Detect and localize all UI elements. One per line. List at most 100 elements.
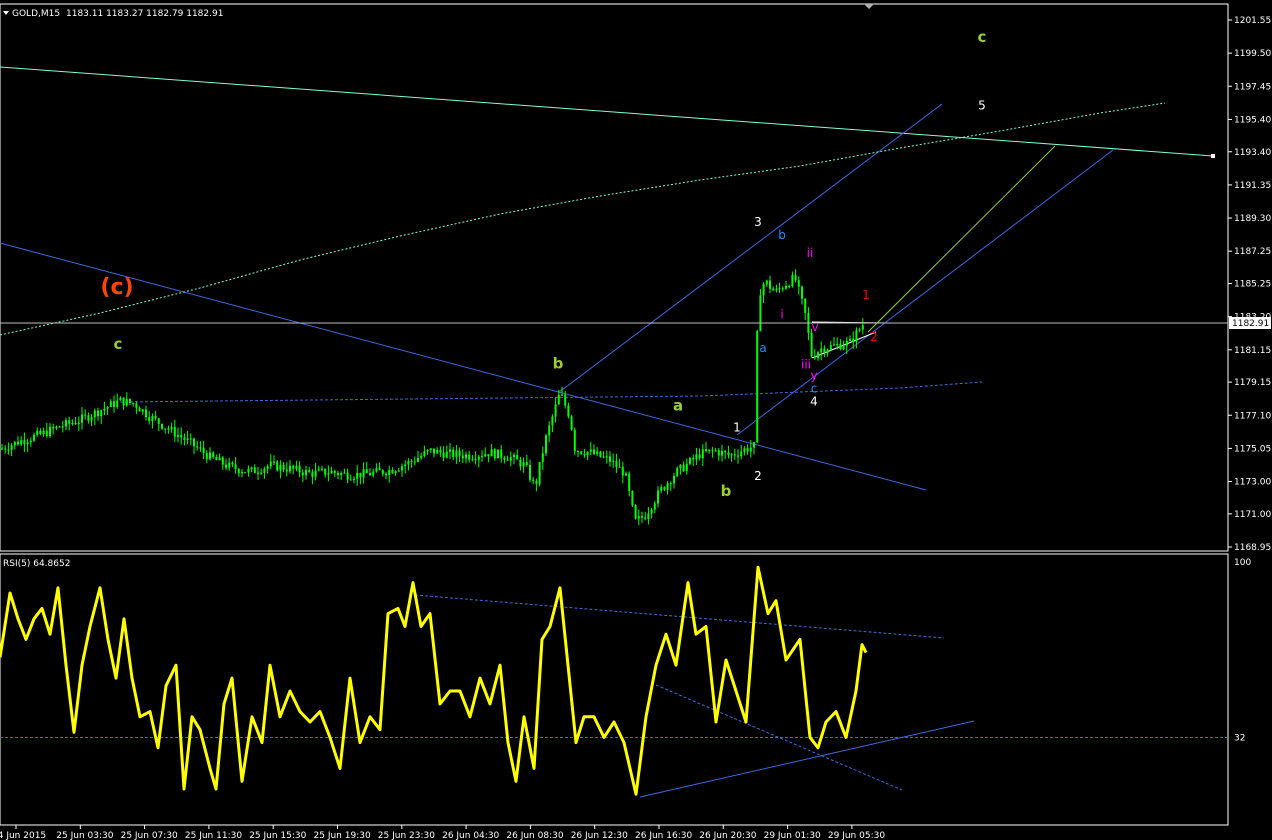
candle-body: [10, 445, 13, 450]
candle-body: [746, 448, 749, 452]
candle-body: [141, 409, 144, 412]
candle-body: [855, 330, 858, 342]
candle-body: [477, 456, 480, 460]
candle-body: [97, 410, 99, 417]
candle-body: [701, 449, 704, 459]
candle-body: [180, 434, 183, 438]
candle-body: [532, 479, 535, 482]
candle-body: [1, 448, 3, 450]
candle-body: [4, 448, 7, 450]
candle-body: [570, 416, 573, 430]
candle-body: [740, 451, 743, 457]
candle-body: [765, 280, 768, 285]
price-tick-label: 1173.00: [1234, 478, 1271, 488]
candle-body: [490, 449, 493, 457]
candle-body: [804, 298, 807, 313]
candle-body: [727, 452, 730, 456]
candle-body: [433, 448, 435, 454]
wave-label: 2: [754, 469, 762, 483]
candle-body: [77, 422, 80, 425]
candle-body: [573, 429, 576, 452]
candle-body: [154, 416, 157, 419]
candle-body: [209, 452, 211, 460]
candle-body: [100, 410, 103, 417]
candle-body: [413, 461, 416, 463]
candle-body: [474, 459, 477, 461]
candle-body: [349, 479, 352, 481]
candle-body: [567, 405, 570, 417]
wave-label: 1: [733, 420, 741, 434]
candle-body: [321, 468, 323, 470]
candle-body: [20, 440, 23, 445]
candle-body: [858, 329, 861, 331]
candle-body: [676, 468, 679, 477]
candle-body: [253, 467, 256, 473]
candle-body: [653, 503, 656, 510]
candle-body: [103, 408, 106, 411]
candle-body: [612, 460, 615, 462]
candle-body: [61, 426, 64, 428]
candle-body: [503, 457, 506, 460]
candle-body: [273, 461, 275, 463]
candle-body: [785, 286, 787, 289]
candle-body: [743, 448, 746, 452]
price-tick-label: 1175.05: [1234, 444, 1271, 454]
candle-body: [439, 449, 442, 453]
candle-body: [500, 449, 503, 458]
candle-body: [506, 459, 509, 461]
candle-body: [381, 470, 384, 474]
candle-body: [759, 295, 762, 332]
candle-body: [324, 468, 327, 475]
candle-body: [461, 455, 464, 459]
candle-body: [397, 470, 400, 472]
wave-label: ii: [807, 246, 814, 260]
wave-label: y: [810, 369, 817, 383]
candle-body: [125, 398, 128, 406]
candle-body: [641, 516, 643, 518]
candle-body: [705, 449, 707, 452]
candle-body: [698, 454, 701, 459]
price-tick-label: 1171.00: [1234, 510, 1271, 520]
candle-body: [417, 457, 419, 462]
candle-body: [673, 476, 675, 484]
candle-body: [813, 356, 816, 359]
candle-body: [314, 470, 317, 477]
price-tick-label: 1191.35: [1234, 181, 1271, 191]
candle-body: [263, 468, 266, 473]
candle-body: [330, 470, 333, 474]
candle-body: [362, 469, 365, 478]
trendline-handle[interactable]: [1211, 154, 1215, 158]
candle-body: [644, 517, 647, 520]
candle-body: [637, 516, 640, 519]
candle-body: [372, 471, 375, 476]
candle-body: [628, 473, 631, 492]
candle-body: [285, 469, 288, 472]
candle-body: [769, 280, 771, 289]
current-price-value: 1182.91: [1232, 319, 1269, 329]
candle-body: [596, 451, 599, 455]
candle-body: [109, 401, 112, 408]
time-tick-label: 25 Jun 19:30: [314, 831, 371, 840]
candle-body: [625, 473, 627, 476]
candle-body: [471, 459, 474, 461]
candle-body: [852, 338, 855, 342]
candle-body: [138, 407, 141, 412]
candle-body: [538, 462, 541, 484]
candle-body: [669, 483, 672, 485]
candle-body: [548, 425, 551, 436]
candle-body: [52, 426, 55, 429]
candle-body: [346, 472, 349, 480]
candle-body: [266, 466, 269, 469]
time-tick-label: 25 Jun 03:30: [56, 831, 113, 840]
candle-body: [33, 434, 35, 441]
candle-body: [609, 456, 611, 462]
candle-body: [541, 453, 544, 463]
candle-body: [68, 420, 71, 424]
candle-body: [17, 441, 19, 445]
candle-body: [13, 441, 16, 446]
candle-body: [276, 461, 279, 471]
time-tick-label: 26 Jun 12:30: [571, 831, 628, 840]
candle-body: [788, 286, 791, 288]
candle-body: [602, 456, 605, 458]
candle-body: [170, 426, 173, 430]
